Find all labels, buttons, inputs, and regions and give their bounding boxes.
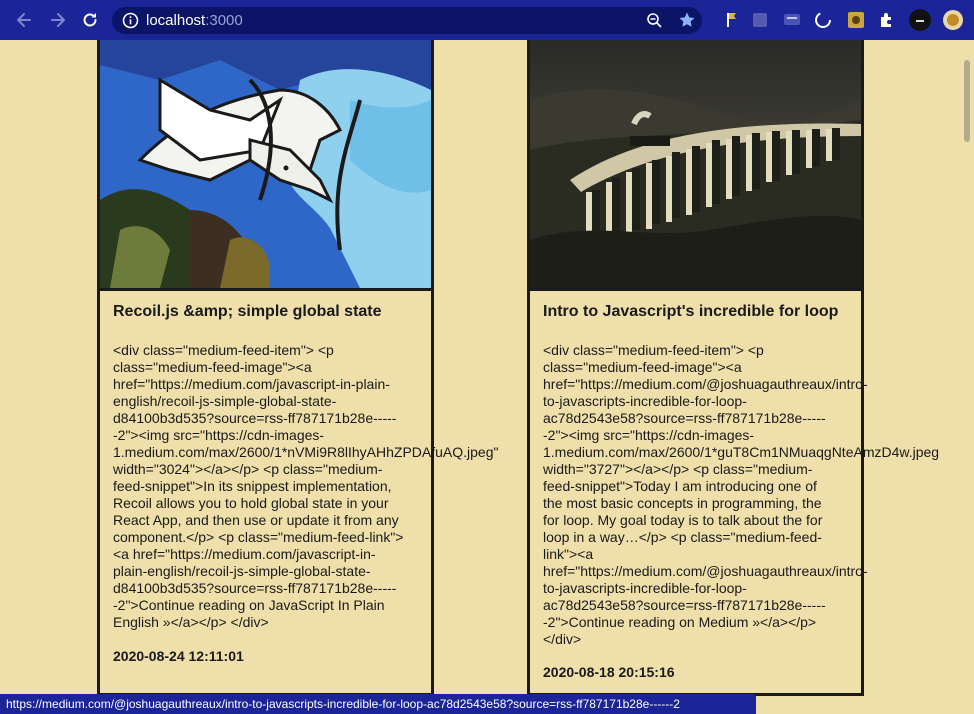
address-bar[interactable]: localhost:3000 <box>112 7 702 34</box>
url-port: :3000 <box>205 12 243 29</box>
card-body: <div class="medium-feed-item"> <p class=… <box>113 342 499 630</box>
feed-card[interactable]: Intro to Javascript's incredible for loo… <box>527 40 940 696</box>
extension-square-icon[interactable] <box>750 10 770 30</box>
info-icon[interactable] <box>122 12 139 29</box>
card-image[interactable] <box>100 40 431 291</box>
extension-image-icon[interactable] <box>846 10 866 30</box>
extension-loading-icon[interactable] <box>813 10 833 30</box>
card-title: Intro to Javascript's incredible for loo… <box>543 303 839 320</box>
puzzle-icon[interactable] <box>877 10 897 30</box>
scrollbar-thumb[interactable] <box>964 60 970 142</box>
vertical-scrollbar[interactable] <box>960 40 974 714</box>
zoom-icon[interactable] <box>646 12 663 29</box>
star-icon[interactable] <box>678 11 696 29</box>
stained-glass-dove-image <box>100 40 431 288</box>
extension-chat-icon[interactable] <box>782 10 802 30</box>
url-host: localhost <box>146 12 206 29</box>
card-date: 2020-08-18 20:15:16 <box>543 664 675 680</box>
card-body: <div class="medium-feed-item"> <p class=… <box>543 342 940 647</box>
browser-toolbar: localhost:3000 <box>0 0 974 40</box>
forward-arrow-icon[interactable] <box>48 10 68 30</box>
extension-flag-icon[interactable] <box>720 10 740 30</box>
url-text[interactable]: localhost:3000 <box>146 12 243 29</box>
feed-card[interactable]: Recoil.js &amp; simple global state <div… <box>97 40 499 696</box>
page-content: Recoil.js &amp; simple global state <div… <box>0 40 974 714</box>
account-avatar-icon[interactable] <box>942 9 964 31</box>
link-status-bar: https://medium.com/@joshuagauthreaux/int… <box>0 694 756 714</box>
card-image[interactable] <box>530 40 861 291</box>
card-date: 2020-08-24 12:11:01 <box>113 648 244 664</box>
profile-avatar-icon[interactable] <box>908 8 932 32</box>
back-arrow-icon[interactable] <box>14 10 34 30</box>
card-title: Recoil.js &amp; simple global state <box>113 303 382 320</box>
reload-icon[interactable] <box>80 10 100 30</box>
viaduct-train-image <box>530 40 861 288</box>
